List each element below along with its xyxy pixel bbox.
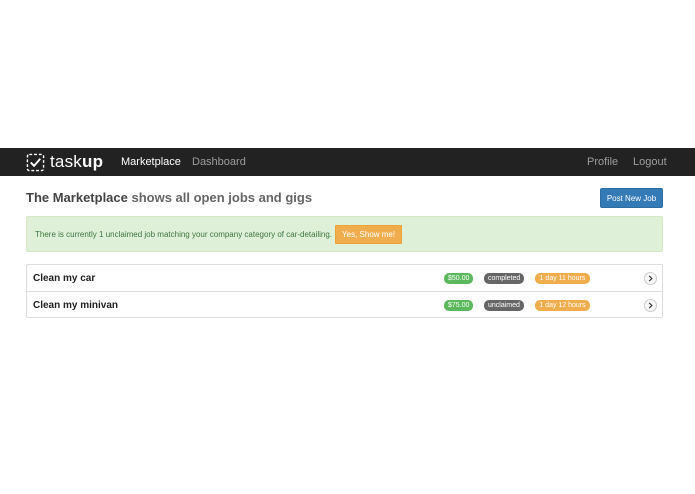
price-badge: $50.00 — [444, 272, 474, 284]
top-navbar: taskup Marketplace Dashboard Profile Log… — [0, 148, 695, 176]
page-title-rest: shows all open jobs and gigs — [127, 190, 313, 205]
status-badge: completed — [484, 272, 525, 284]
nav-marketplace[interactable]: Marketplace — [121, 156, 181, 168]
page-title-strong: The Marketplace — [26, 190, 128, 205]
chevron-right-icon — [648, 274, 653, 282]
post-new-job-button[interactable]: Post New Job — [600, 188, 663, 208]
status-badge: unclaimed — [484, 299, 524, 311]
checkbox-icon — [26, 153, 45, 171]
match-alert: There is currently 1 unclaimed job match… — [26, 216, 663, 252]
time-badge: 1 day 12 hours — [535, 299, 590, 311]
time-badge: 1 day 11 hours — [535, 272, 590, 284]
price-badge: $75.00 — [444, 299, 474, 311]
alert-message: There is currently 1 unclaimed job match… — [35, 229, 333, 239]
open-job-button[interactable] — [644, 298, 657, 312]
job-row[interactable]: Clean my minivan $75.00 unclaimed 1 day … — [27, 291, 662, 318]
job-title: Clean my car — [33, 272, 96, 284]
job-list: Clean my car $50.00 completed 1 day 11 h… — [26, 264, 663, 318]
brand-name-bold: up — [81, 152, 104, 171]
job-title: Clean my minivan — [33, 299, 119, 311]
show-me-button[interactable]: Yes, Show me! — [335, 224, 403, 244]
chevron-right-icon — [648, 301, 653, 309]
page-title: The Marketplace shows all open jobs and … — [26, 190, 312, 205]
nav-dashboard[interactable]: Dashboard — [192, 156, 246, 168]
brand-name: taskup — [50, 152, 103, 172]
open-job-button[interactable] — [644, 271, 657, 285]
job-row[interactable]: Clean my car $50.00 completed 1 day 11 h… — [27, 265, 662, 291]
nav-logout[interactable]: Logout — [633, 156, 667, 168]
nav-profile[interactable]: Profile — [587, 156, 618, 168]
brand-name-light: task — [50, 152, 82, 171]
brand-logo[interactable]: taskup — [26, 148, 103, 176]
